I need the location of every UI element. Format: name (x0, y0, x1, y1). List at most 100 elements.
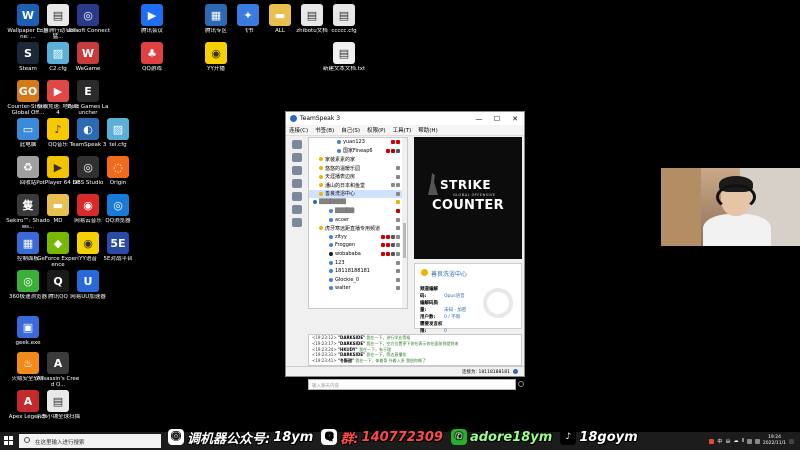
tree-row[interactable]: wobababa (309, 250, 407, 259)
banner-strike: STRIKE (440, 178, 492, 192)
desktop-icon-assassin[interactable]: A Assassin's Creed O... (36, 352, 80, 389)
tree-row[interactable]: 潘山的日本和鱼堂 (309, 181, 407, 190)
badge-icon (396, 166, 400, 171)
start-button[interactable] (4, 436, 13, 445)
menu-item[interactable]: 帮助(H) (418, 126, 437, 134)
menu-item[interactable]: 书签(B) (315, 126, 334, 134)
emoji-icon[interactable] (518, 381, 524, 387)
ts-titlebar[interactable]: TeamSpeak 3 — ☐ ✕ (286, 112, 524, 125)
tray-app-icon[interactable] (709, 438, 715, 444)
tree-row[interactable]: 虎牙寒远距直播专用频道 (309, 224, 407, 233)
notification-icon[interactable] (789, 438, 794, 444)
chat-input[interactable]: 输入聊天内容 (308, 379, 516, 390)
tree-row[interactable]: ▒▒▒▒▒ (309, 207, 407, 216)
subscribe-icon[interactable] (292, 205, 302, 214)
tree-row[interactable]: Glockie_0 (309, 276, 407, 285)
channel-tree[interactable]: yuan123 国家Fineap6 家装素素的家 悠悠的温暖乐园 天涯播表边房 潘山的日本… (308, 137, 408, 309)
tree-row-label: Glockie_0 (335, 276, 360, 283)
tree-row[interactable]: 天涯播表边房 (309, 172, 407, 181)
tree-row[interactable]: 悠悠的温暖乐园 (309, 164, 407, 173)
mute-speaker-icon[interactable] (292, 192, 302, 201)
taskbar-search[interactable]: 在这里输入进行搜索 (19, 434, 161, 448)
volume-icon[interactable] (754, 438, 760, 444)
search-icon (24, 437, 30, 443)
chat-log[interactable]: <19:23:12> "DARKSIDE" 我在一下，进行学业等候 <19:23:… (308, 334, 522, 366)
maximize-button[interactable]: ☐ (488, 115, 506, 123)
bookmark-icon[interactable] (292, 218, 302, 227)
wegame-icon: W (77, 42, 99, 64)
status-icon (329, 234, 333, 239)
tree-row[interactable]: acoer (309, 215, 407, 224)
channel-tree-scrollbar[interactable] (402, 138, 407, 308)
desktop-icon-jingdong[interactable]: ▤ 京东小铺全球扫描 (36, 390, 80, 420)
badge-icon (391, 234, 395, 239)
tray-item-2[interactable]: ㄓ (725, 438, 730, 445)
desktop-icon-teldfg[interactable]: ▨ tel.cfg (96, 118, 140, 148)
promo-gzh-label: 调机器公众号: (187, 431, 271, 447)
desktop-icon-label: Epic Games Launcher (67, 104, 109, 117)
desktop-icon-gestexe[interactable]: ▣ geek.exe (6, 316, 50, 346)
menu-item[interactable]: 连接(C) (289, 126, 308, 134)
gestexe-icon: ▣ (17, 316, 39, 338)
tree-row[interactable]: 123 (309, 258, 407, 267)
desktop-icon-label: WeGame (75, 66, 101, 72)
tree-row[interactable]: 国家Fineap6 (309, 147, 407, 156)
tree-row[interactable]: yuan123 (309, 138, 407, 147)
tree-row-label: ▒▒▒▒▒▒▒ (319, 199, 346, 206)
ts-body: yuan123 国家Fineap6 家装素素的家 悠悠的温暖乐园 天涯播表边房 潘山的日本… (286, 137, 524, 390)
tree-row[interactable]: 家装素素的家 (309, 155, 407, 164)
status-icon (329, 277, 333, 282)
desktop-icon-cccc[interactable]: ▤ ccccc.cfg (322, 4, 366, 34)
tree-row-label: ▒▒▒▒▒ (335, 208, 355, 215)
tray-item-4[interactable]: Ⅱ (741, 438, 743, 444)
info-key: 编解码质量: (420, 301, 438, 313)
desktop-icon-origin[interactable]: ◌ Origin (96, 156, 140, 186)
qq-icon: Q (321, 429, 338, 445)
info-row: 频道编解码: Opus语音 (420, 286, 466, 300)
chat-time: <19:23:24> (312, 346, 337, 352)
tree-row[interactable]: walter (309, 284, 407, 293)
network-icon[interactable] (746, 438, 752, 444)
tray-item-3[interactable]: ☁ (733, 438, 738, 444)
all-icon: ▬ (269, 4, 291, 26)
menu-item[interactable]: 权限(P) (367, 126, 386, 134)
promo-banner: ☺ 调机器公众号: 18ym Q 群: 140772309 ✆ adore18ym … (168, 424, 638, 450)
close-button[interactable]: ✕ (506, 115, 524, 123)
minimize-button[interactable]: — (470, 115, 488, 123)
tray-ime[interactable]: 中 (717, 438, 722, 445)
desktop-icon-epic[interactable]: E Epic Games Launcher (66, 80, 110, 117)
connect-icon[interactable] (292, 140, 302, 149)
tree-row[interactable]: 善良洗浴中心 (309, 189, 407, 199)
channel-info-title: 善良洗浴中心 (431, 271, 468, 278)
mute-mic-icon[interactable] (292, 179, 302, 188)
clock-date: 2022/11/1 (762, 441, 786, 446)
chat-line: <19:23:41> "冬酥甜" 我在一下，休着哥 外着入多 我很你做了 (309, 358, 521, 364)
desktop-icon-uuaccel[interactable]: U 网易UU加速器 (66, 270, 110, 300)
tree-row-label: walter (335, 285, 351, 292)
desktop-icon-tengxunhuiyi[interactable]: ▶ 腾讯会议 (130, 4, 174, 34)
ts-statusbar: 连接为: 18118188181 (286, 366, 524, 376)
disconnect-icon[interactable] (292, 153, 302, 162)
status-icon (329, 243, 333, 248)
desktop-icon-ubisoft[interactable]: ◎ Ubisoft Connect (66, 4, 110, 34)
desktop-icon-qqbrowser[interactable]: ◎ QQ浏览器 (96, 194, 140, 224)
tree-row[interactable]: ▒▒▒▒▒▒▒ (309, 198, 407, 207)
desktop-icon-qqgame[interactable]: ♣ QQ游戏 (130, 42, 174, 72)
menu-item[interactable]: 自己(S) (341, 126, 360, 134)
menu-item[interactable]: 工具(T) (393, 126, 412, 134)
clock[interactable]: 19:24 2022/11/1 (763, 435, 786, 447)
qqbrowser-icon: ◎ (107, 194, 129, 216)
uuaccel-icon: U (77, 270, 99, 292)
desktop-icon-label: 网易UU加速器 (70, 294, 106, 300)
desktop-icon-5e[interactable]: 5E 5E对战平台 (96, 232, 140, 262)
tree-row[interactable]: zltyy (309, 233, 407, 242)
promo-gzh: ☺ 调机器公众号: 18ym (168, 428, 313, 447)
desktop-icon-newtxt[interactable]: ▤ 新建文本文档.txt (322, 42, 366, 72)
desktop-icon-wegame[interactable]: W WeGame (66, 42, 110, 72)
teamspeak-window[interactable]: TeamSpeak 3 — ☐ ✕ 连接(C) 书签(B) 自己(S) 权限(P) 工具… (285, 111, 525, 390)
tree-row[interactable]: 18118188181 (309, 267, 407, 276)
desktop-icon-yyplayer[interactable]: ◉ YY开播 (194, 42, 238, 72)
tree-row[interactable]: Froggen (309, 241, 407, 250)
away-icon[interactable] (292, 166, 302, 175)
chat-time: <19:23:41> (312, 358, 337, 364)
